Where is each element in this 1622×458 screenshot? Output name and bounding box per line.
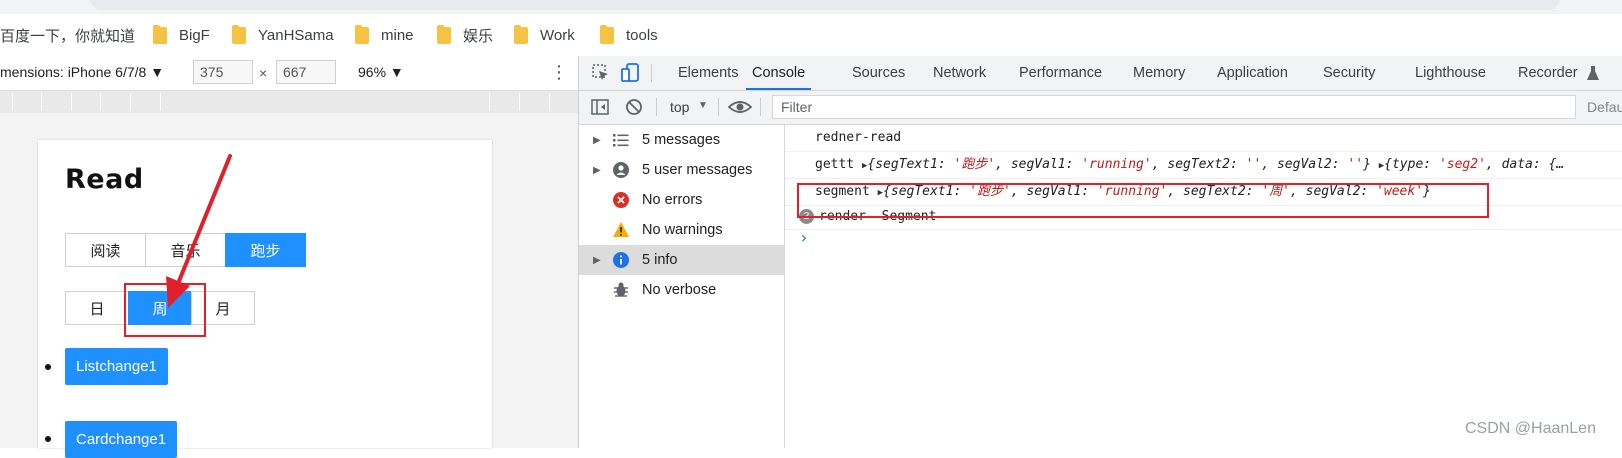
bookmark-label: tools: [626, 26, 658, 44]
console-message[interactable]: gettt ▶{segText1: '跑步', segVal1: 'runnin…: [785, 152, 1622, 179]
sidebar-item-messages[interactable]: ▶ 5 messages: [579, 125, 784, 155]
sidebar-item-info[interactable]: ▶ 5 info: [579, 245, 784, 275]
error-icon: [613, 192, 629, 208]
chevron-down-icon[interactable]: ▼: [698, 100, 708, 111]
eye-icon[interactable]: [728, 99, 752, 115]
listchange-button[interactable]: Listchange1: [65, 348, 168, 385]
context-select[interactable]: top: [670, 99, 689, 115]
emulated-page: Read 阅读 音乐 跑步 日 周 月 Listchange1 Cardchan…: [38, 140, 492, 458]
default-levels-select[interactable]: Defau: [1587, 99, 1622, 115]
sidebar-item-user-messages[interactable]: ▶ 5 user messages: [579, 155, 784, 185]
sidebar-item-warnings[interactable]: No warnings: [579, 215, 784, 245]
folder-icon: [514, 24, 528, 44]
bug-icon: [614, 282, 628, 297]
expand-arrow-icon[interactable]: ▶: [593, 165, 601, 176]
console-message-content: gettt ▶{segText1: '跑步', segVal1: 'runnin…: [815, 152, 1564, 178]
separator: [651, 64, 652, 82]
console-message[interactable]: redner-read: [785, 125, 1622, 152]
filter-input[interactable]: Filter: [772, 95, 1576, 119]
sidebar-item-label: No warnings: [642, 222, 723, 238]
tab-network[interactable]: Network: [933, 56, 986, 90]
more-options-icon[interactable]: ⋮: [550, 62, 568, 83]
object-preview[interactable]: {segText1: '跑步', segVal1: 'running', seg…: [867, 157, 1371, 172]
bookmark-label: 娱乐: [463, 27, 494, 45]
bookmark-label: Work: [540, 26, 575, 44]
bookmark-bigf[interactable]: BigF: [153, 24, 210, 45]
omnibox[interactable]: [90, 0, 1560, 10]
tab-elements[interactable]: Elements: [678, 56, 738, 90]
console-sidebar: ▶ 5 messages ▶ 5 user messages No errors: [579, 125, 785, 448]
tab-console[interactable]: Console: [746, 56, 812, 90]
log-label: gettt: [815, 157, 855, 172]
separator: [656, 98, 657, 116]
object-preview[interactable]: {type: 'seg2', data: {…: [1384, 157, 1564, 172]
devtools-tabbar: Elements Console Sources Network Perform…: [579, 56, 1622, 91]
width-input[interactable]: 375: [193, 60, 253, 84]
expand-arrow-icon[interactable]: ▶: [593, 255, 601, 266]
height-input[interactable]: 667: [276, 60, 336, 84]
tab-security[interactable]: Security: [1323, 56, 1375, 90]
folder-icon: [437, 24, 451, 44]
device-toggle-icon[interactable]: [621, 63, 641, 83]
zoom-select[interactable]: 96% ▼: [358, 64, 404, 80]
bookmark-baidu[interactable]: 百度一下，你就知道: [0, 25, 135, 45]
sidebar-toggle-icon[interactable]: [591, 98, 609, 116]
bookmark-entertainment[interactable]: 娱乐: [437, 24, 494, 45]
page-title: Read: [65, 164, 144, 195]
media-query-ruler: [0, 91, 578, 113]
times-sign: ×: [259, 65, 268, 81]
folder-icon: [153, 24, 167, 44]
bookmarks-bar: 百度一下，你就知道 BigF YanHSama mine 娱乐 Work too…: [0, 14, 1622, 57]
bookmark-work[interactable]: Work: [514, 24, 575, 45]
tab-memory[interactable]: Memory: [1133, 56, 1185, 90]
bullet: [45, 436, 51, 442]
bookmark-mine[interactable]: mine: [355, 24, 414, 45]
bookmark-label: BigF: [179, 26, 210, 44]
tab-performance[interactable]: Performance: [1019, 56, 1102, 90]
inspect-element-icon[interactable]: [592, 64, 610, 82]
tab-application[interactable]: Application: [1217, 56, 1288, 90]
sidebar-item-errors[interactable]: No errors: [579, 185, 784, 215]
bookmark-label: YanHSama: [258, 26, 334, 44]
sidebar-item-label: 5 user messages: [642, 162, 753, 178]
sidebar-item-label: 5 info: [642, 252, 678, 268]
console-message-text: redner-read: [815, 130, 902, 145]
folder-icon: [232, 24, 246, 44]
sidebar-item-label: No verbose: [642, 282, 717, 298]
sidebar-item-label: 5 messages: [642, 132, 721, 148]
tab-sources[interactable]: Sources: [852, 56, 905, 90]
bookmark-yanhsama[interactable]: YanHSama: [232, 24, 334, 45]
console-toolbar: top ▼ Filter Defau: [579, 91, 1622, 125]
list-icon: [613, 134, 629, 147]
clear-console-icon[interactable]: [625, 98, 643, 116]
warning-icon: [613, 222, 629, 237]
watermark: CSDN @HaanLen: [1465, 420, 1596, 437]
bookmark-tools[interactable]: tools: [600, 24, 658, 45]
annotation-arrow-icon: [166, 154, 232, 308]
expand-arrow-icon[interactable]: ▶: [593, 135, 601, 146]
segment-day[interactable]: 日: [65, 291, 129, 325]
device-toolbar: mensions: iPhone 6/7/8 ▼ 375 × 667 96% ▼…: [0, 56, 578, 91]
bookmark-label: mine: [381, 26, 414, 44]
device-select[interactable]: mensions: iPhone 6/7/8 ▼: [0, 64, 164, 80]
segment-read[interactable]: 阅读: [65, 233, 146, 267]
separator: [718, 98, 719, 116]
flask-icon: [1587, 66, 1599, 80]
user-icon: [613, 162, 629, 178]
bookmark-label: 百度一下，你就知道: [0, 27, 136, 45]
cardchange-button[interactable]: Cardchange1: [65, 421, 178, 458]
folder-icon: [355, 24, 369, 44]
console-output: redner-read gettt ▶{segText1: '跑步', segV…: [785, 125, 1622, 448]
address-bar-strip: [0, 0, 1622, 14]
folder-icon: [600, 24, 614, 44]
info-icon: [613, 252, 629, 268]
sidebar-item-verbose[interactable]: No verbose: [579, 275, 784, 305]
highlight-box-segment-log: [797, 183, 1489, 218]
tab-lighthouse[interactable]: Lighthouse: [1415, 56, 1486, 90]
bullet: [45, 364, 51, 370]
prompt-chevron-icon[interactable]: ›: [799, 228, 809, 247]
sidebar-item-label: No errors: [642, 192, 703, 208]
separator: [760, 98, 761, 116]
tab-recorder[interactable]: Recorder: [1518, 56, 1578, 90]
